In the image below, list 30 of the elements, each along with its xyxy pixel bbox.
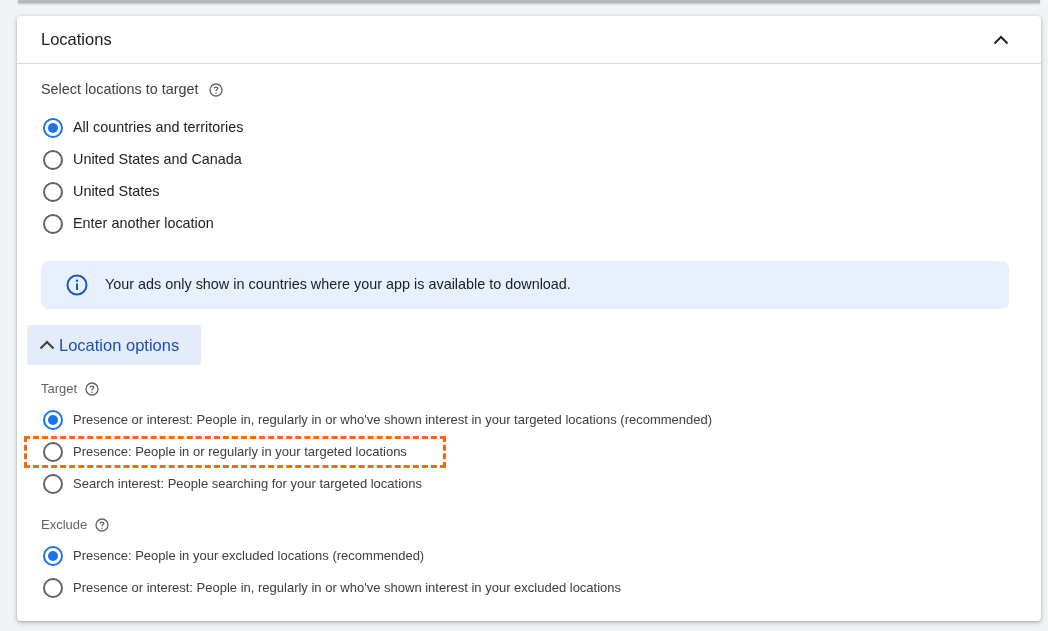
option-label[interactable]: Presence: People in or regularly in your targeted locations [73, 442, 407, 462]
radio-button[interactable] [43, 442, 63, 462]
option-label[interactable]: All countries and territories [73, 117, 244, 139]
option-label[interactable]: Search interest: People searching for your targeted locations [73, 474, 423, 494]
radio-button[interactable] [43, 578, 63, 598]
group-label: Exclude [41, 516, 88, 535]
info-icon [66, 274, 88, 296]
help-icon[interactable] [95, 518, 110, 532]
field-label: Select locations to target [41, 80, 199, 100]
radio-button[interactable] [43, 474, 63, 494]
radio-button[interactable] [43, 546, 63, 566]
option-label[interactable]: Presence: People in your excluded locations (recommended) [73, 546, 425, 566]
help-icon[interactable] [208, 83, 223, 97]
radio-button[interactable] [43, 182, 63, 202]
option-label[interactable]: Enter another location [73, 213, 214, 235]
option-label[interactable]: United States and Canada [73, 149, 242, 171]
option-label[interactable]: Presence or interest: People in, regularly in or who've shown interest in your targeted locations (recommended) [73, 410, 713, 430]
radio-button[interactable] [43, 214, 63, 234]
help-icon[interactable] [85, 382, 100, 396]
chevron-up-icon [993, 34, 1009, 45]
radio-button[interactable] [43, 410, 63, 430]
location-options-toggle[interactable]: Location options [27, 325, 201, 365]
chevron-up-icon [39, 340, 55, 350]
option-label[interactable]: United States [73, 181, 160, 203]
option-label[interactable]: Presence or interest: People in, regularly in or who've shown interest in your excluded locations [73, 578, 622, 598]
section-title: Locations [41, 29, 112, 51]
info-text: Your ads only show in countries where your app is available to download. [105, 275, 571, 295]
group-label: Target [41, 380, 78, 399]
radio-button[interactable] [43, 150, 63, 170]
radio-button[interactable] [43, 118, 63, 138]
